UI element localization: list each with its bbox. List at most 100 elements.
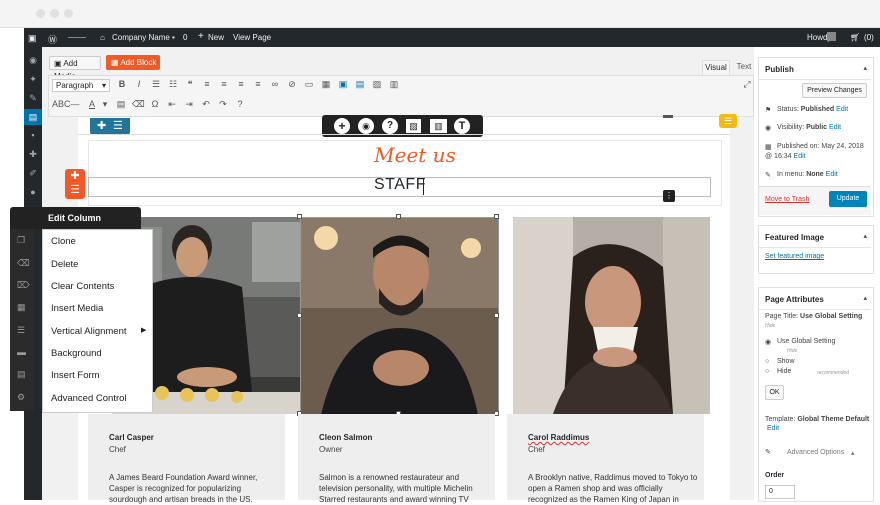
undo-icon[interactable]: ↶ — [200, 99, 212, 110]
menu-item-insert-form[interactable]: Insert Form — [51, 370, 100, 381]
dashboard-icon[interactable]: ◉ — [28, 55, 38, 65]
horizontal-line-icon[interactable]: — — [69, 99, 81, 109]
resize-handle[interactable] — [494, 214, 499, 219]
text-color-icon[interactable]: A — [86, 99, 98, 109]
link-icon[interactable]: ∞ — [269, 79, 281, 89]
collapse-icon[interactable]: ▴ — [863, 232, 867, 240]
special-character-icon[interactable]: Ω — [149, 99, 161, 109]
outdent-icon[interactable]: ⇤ — [166, 99, 178, 110]
status-edit-link[interactable]: Edit — [836, 106, 848, 113]
tab-text[interactable]: Text — [733, 60, 755, 75]
unlink-icon[interactable]: ⊘ — [286, 79, 298, 90]
align-justify-icon[interactable]: ≡ — [252, 79, 264, 89]
read-more-icon[interactable]: ▭ — [303, 79, 315, 90]
shortcode-icon[interactable]: ▤ — [354, 79, 366, 90]
fullscreen-icon[interactable]: ▨ — [371, 79, 383, 90]
italic-icon[interactable]: I — [133, 79, 145, 89]
template-edit-link[interactable]: Edit — [767, 425, 779, 432]
avatar[interactable] — [827, 32, 836, 41]
add-block-icon[interactable]: + — [334, 118, 350, 134]
help-circle-icon[interactable]: ? — [382, 118, 398, 134]
redo-icon[interactable]: ↷ — [217, 99, 229, 110]
cart-count[interactable]: (0) — [864, 33, 874, 42]
resize-handle[interactable] — [297, 313, 302, 318]
resize-handle[interactable] — [297, 214, 302, 219]
column-menu-icon[interactable]: ☰ — [65, 183, 85, 197]
add-media-button[interactable]: ▣ Add Media — [49, 56, 101, 81]
distraction-free-icon[interactable]: ⤢ — [741, 79, 753, 90]
background-icon[interactable]: ▬ — [17, 347, 26, 357]
staff-photo-cleon-salmon[interactable] — [300, 217, 499, 416]
strikethrough-icon[interactable]: ABC — [52, 99, 71, 109]
plugins-icon[interactable]: ✚ — [28, 149, 38, 159]
users-icon[interactable]: ● — [28, 187, 38, 197]
block-more-icon[interactable]: ⋮ — [663, 190, 675, 202]
bullet-list-icon[interactable]: ☰ — [150, 79, 162, 90]
add-column-icon[interactable]: ✚ — [65, 169, 85, 183]
advanced-options-toggle[interactable]: Advanced Options — [787, 449, 844, 456]
move-to-trash-link[interactable]: Move to Trash — [765, 196, 809, 203]
help-icon[interactable]: ? — [234, 99, 246, 109]
text-icon[interactable]: T — [454, 118, 470, 134]
align-icon[interactable]: ☰ — [17, 325, 25, 336]
globe-icon[interactable]: ◉ — [358, 118, 374, 134]
toolbar-toggle-icon[interactable]: ▥ — [388, 79, 400, 90]
comments-icon[interactable]: ▪ — [172, 33, 175, 42]
radio-icon[interactable]: ○ — [765, 358, 769, 365]
admin-menu-icon[interactable]: ▣ — [28, 33, 37, 44]
menu-item-insert-media[interactable]: Insert Media — [51, 303, 103, 314]
comments-count[interactable]: 0 — [183, 33, 187, 42]
clone-icon[interactable]: ❐ — [17, 235, 25, 246]
monitor-icon[interactable]: ▣ — [337, 79, 349, 90]
resize-handle[interactable] — [494, 313, 499, 318]
window-min-dot[interactable] — [50, 9, 59, 18]
collapse-icon[interactable]: ▴ — [863, 64, 867, 72]
option-show[interactable]: Show — [777, 358, 795, 365]
block-handle[interactable] — [663, 115, 673, 118]
site-name-link[interactable]: Company Name — [112, 33, 170, 42]
comments-menu-icon[interactable]: ▪ — [28, 130, 38, 140]
radio-icon[interactable]: ○ — [765, 368, 769, 375]
staff-photo-carol-raddimus[interactable] — [513, 217, 710, 414]
indent-icon[interactable]: ⇥ — [183, 99, 195, 110]
option-use-global[interactable]: Use Global Setting — [777, 338, 835, 345]
columns-icon[interactable]: ▥ — [430, 119, 447, 133]
cart-icon[interactable]: 🛒︎ — [850, 33, 860, 42]
menu-item-clone[interactable]: Clone — [51, 236, 76, 247]
gear-icon[interactable]: ⚙ — [17, 392, 25, 403]
menu-item-background[interactable]: Background — [51, 348, 102, 359]
menu-item-advanced-control[interactable]: Advanced Control — [51, 393, 127, 404]
radio-selected-icon[interactable]: ◉ — [765, 338, 771, 346]
new-link[interactable]: New — [208, 33, 224, 42]
appearance-icon[interactable]: ✐ — [28, 168, 38, 178]
collapse-icon[interactable]: ▴ — [863, 294, 867, 302]
align-right-icon[interactable]: ≡ — [235, 79, 247, 89]
media-icon[interactable]: ✎ — [28, 93, 38, 103]
tab-visual[interactable]: Visual — [702, 60, 730, 75]
row-controls[interactable]: ✚ ☰ — [90, 118, 130, 135]
eraser-icon[interactable]: ⌦ — [17, 280, 30, 291]
delete-icon[interactable]: ⌫ — [17, 258, 30, 269]
chevron-down-icon[interactable]: ▾ — [99, 99, 111, 110]
form-icon[interactable]: ▤ — [17, 369, 26, 380]
update-button[interactable]: Update — [829, 191, 867, 207]
clear-formatting-icon[interactable]: ⌫ — [132, 99, 145, 110]
media-icon[interactable]: ▦ — [17, 302, 26, 313]
align-center-icon[interactable]: ≡ — [218, 79, 230, 89]
staff-heading[interactable]: STAFF — [340, 176, 460, 194]
menu-item-clear-contents[interactable]: Clear Contents — [51, 281, 114, 292]
row-menu-icon[interactable]: ☰ — [113, 118, 123, 134]
resize-handle[interactable] — [396, 214, 401, 219]
order-input[interactable]: 0 — [765, 485, 795, 499]
menu-item-vertical-alignment[interactable]: Vertical Alignment — [51, 326, 127, 337]
window-max-dot[interactable] — [64, 9, 73, 18]
paste-text-icon[interactable]: ▤ — [115, 99, 127, 110]
wordpress-logo-icon[interactable]: Ⓦ — [48, 33, 57, 46]
quote-icon[interactable]: ❝ — [184, 79, 196, 90]
preview-changes-button[interactable]: Preview Changes — [802, 83, 867, 98]
image-icon[interactable]: ▨ — [406, 119, 421, 133]
ok-button[interactable]: OK — [765, 385, 784, 400]
add-block-button[interactable]: ▦ Add Block — [106, 55, 160, 70]
set-featured-image-link[interactable]: Set featured image — [765, 253, 824, 260]
column-controls[interactable]: ✚ ☰ — [65, 169, 85, 199]
